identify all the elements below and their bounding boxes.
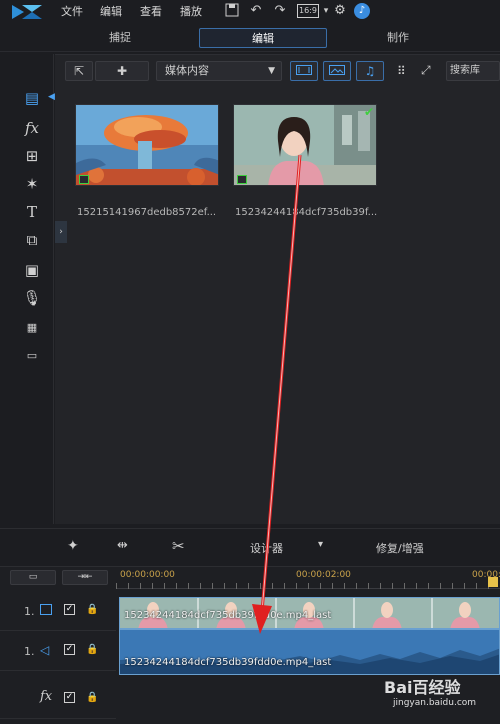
tab-capture[interactable]: 捕捉 (56, 28, 184, 48)
library-filter-select[interactable]: 媒体内容 ▼ (156, 61, 282, 81)
import-button[interactable]: ⇱ (65, 61, 93, 81)
redo-icon[interactable]: ↷ (272, 3, 288, 19)
tab-edit[interactable]: 编辑 (199, 28, 327, 48)
tab-produce[interactable]: 制作 (334, 28, 462, 48)
track-header-fx: fx ✓ 🔒 (0, 679, 116, 719)
watermark-brand: Bai百经验 (384, 678, 461, 697)
chevron-down-icon: ▼ (268, 66, 275, 76)
ruler-time-0: 00:00:00:00 (120, 570, 175, 580)
checkmark-icon: ✔ (363, 105, 374, 119)
lock-icon[interactable]: 🔒 (86, 692, 98, 703)
lock-icon[interactable]: 🔒 (86, 644, 98, 655)
title-room-icon[interactable]: T (22, 202, 42, 222)
app-logo (10, 3, 44, 21)
search-input[interactable]: 搜索库 (446, 61, 500, 81)
menu-file[interactable]: 文件 (61, 3, 83, 19)
playhead-marker[interactable] (488, 577, 498, 587)
menu-room-icon[interactable]: ▣ (22, 260, 42, 280)
fx-track-icon: fx (40, 689, 53, 704)
track-visible-checkbox[interactable]: ✓ (64, 604, 75, 615)
grid-view-icon[interactable]: ⠿ (397, 64, 406, 78)
video-filter-button[interactable] (290, 61, 318, 81)
gear-icon[interactable]: ⚙ (332, 3, 348, 19)
save-icon[interactable] (224, 3, 240, 19)
video-track-icon (40, 604, 52, 615)
menu-edit[interactable]: 编辑 (100, 3, 122, 19)
fx-room-icon[interactable]: fx (22, 118, 42, 138)
audio-filter-button[interactable]: ♫ (356, 61, 384, 81)
media-filename-2: 15234244184dcf735db39f... (235, 207, 378, 218)
menu-view[interactable]: 查看 (140, 3, 162, 19)
bell-icon[interactable]: ♪ (354, 3, 370, 19)
designer-button[interactable]: 设计器 (250, 540, 283, 556)
expand-icon[interactable]: ⤢ (421, 63, 431, 78)
transition-room-icon[interactable]: ⧉ (22, 230, 42, 250)
audio-clip[interactable]: 15234244184dcf735db39fdd0e.mp4_last (119, 629, 500, 675)
video-clip[interactable]: 15234244184dcf735db39fdd0e.mp4_last (119, 597, 500, 629)
plugin-button[interactable]: ✚ (95, 61, 149, 81)
image-filter-button[interactable] (323, 61, 351, 81)
microphone-icon[interactable]: 🎙 (22, 288, 42, 308)
timeline-ruler[interactable]: 00:00:00:00 00:00:02:00 00:00:0 (116, 567, 500, 589)
track-number: 1. (24, 605, 35, 618)
library-filter-value: 媒体内容 (165, 64, 209, 77)
media-library: ⇱ ✚ 媒体内容 ▼ ♫ ⠿ ⤢ 搜索库 15215141967dedb8572… (55, 54, 500, 524)
audio-clip-label: 15234244184dcf735db39fdd0e.mp4_last (124, 657, 332, 668)
media-thumbnail-1[interactable] (75, 104, 219, 186)
chapter-room-icon[interactable]: ▦ (22, 318, 42, 338)
video-clip-label: 15234244184dcf735db39fdd0e.mp4_last (124, 610, 332, 621)
speaker-icon: ◁ (40, 643, 50, 657)
track-header-audio: 1. ◁ ✓ 🔒 (0, 631, 116, 671)
pip-room-icon[interactable]: ⊞ (22, 146, 42, 166)
media-room-icon[interactable]: ▤ (22, 88, 42, 108)
chevron-right-icon[interactable]: › (55, 221, 67, 243)
video-badge-icon (237, 175, 247, 184)
active-indicator-icon: ◀ (48, 92, 55, 102)
watermark-url: jingyan.baidu.com (393, 698, 477, 708)
edit-toolbar: ✦ ⇹ ✂ 设计器 ▾ 修复/增强 (0, 528, 500, 564)
undo-icon[interactable]: ↶ (248, 3, 264, 19)
timeline-view-button[interactable]: ▭ (10, 570, 56, 585)
track-number: 1. (24, 645, 35, 658)
chevron-down-icon[interactable]: ▾ (318, 539, 323, 550)
fix-enhance-button[interactable]: 修复/增强 (376, 540, 424, 556)
media-thumbnail-2[interactable]: ✔ (233, 104, 377, 186)
magic-tools-icon[interactable]: ✦ (67, 538, 79, 554)
video-badge-icon (79, 175, 89, 184)
split-icon[interactable]: ⇹ (117, 538, 128, 553)
room-sidebar: ▤ ◀ fx ⊞ ✶ T ⧉ ▣ 🎙 ▦ ▭ (10, 54, 55, 524)
lock-icon[interactable]: 🔒 (86, 604, 98, 615)
fit-timeline-button[interactable]: ⇥⇤ (62, 570, 108, 585)
track-fx-checkbox[interactable]: ✓ (64, 692, 75, 703)
particle-room-icon[interactable]: ✶ (22, 174, 42, 194)
menu-play[interactable]: 播放 (180, 3, 202, 19)
subtitle-room-icon[interactable]: ▭ (22, 346, 42, 366)
aspect-ratio-button[interactable]: 16:9 (297, 4, 319, 18)
menu-bar: 文件 编辑 查看 播放 ↶ ↷ 16:9 ▾ ⚙ ♪ (0, 0, 500, 24)
scissors-icon[interactable]: ✂ (172, 537, 185, 555)
mode-bar: 捕捉 编辑 制作 (0, 24, 500, 52)
track-header-video: 1. ✓ 🔒 (0, 591, 116, 631)
ruler-time-1: 00:00:02:00 (296, 570, 351, 580)
ruler-ticks (116, 583, 500, 589)
media-filename-1: 15215141967dedb8572ef... (77, 207, 217, 218)
track-audio-checkbox[interactable]: ✓ (64, 644, 75, 655)
